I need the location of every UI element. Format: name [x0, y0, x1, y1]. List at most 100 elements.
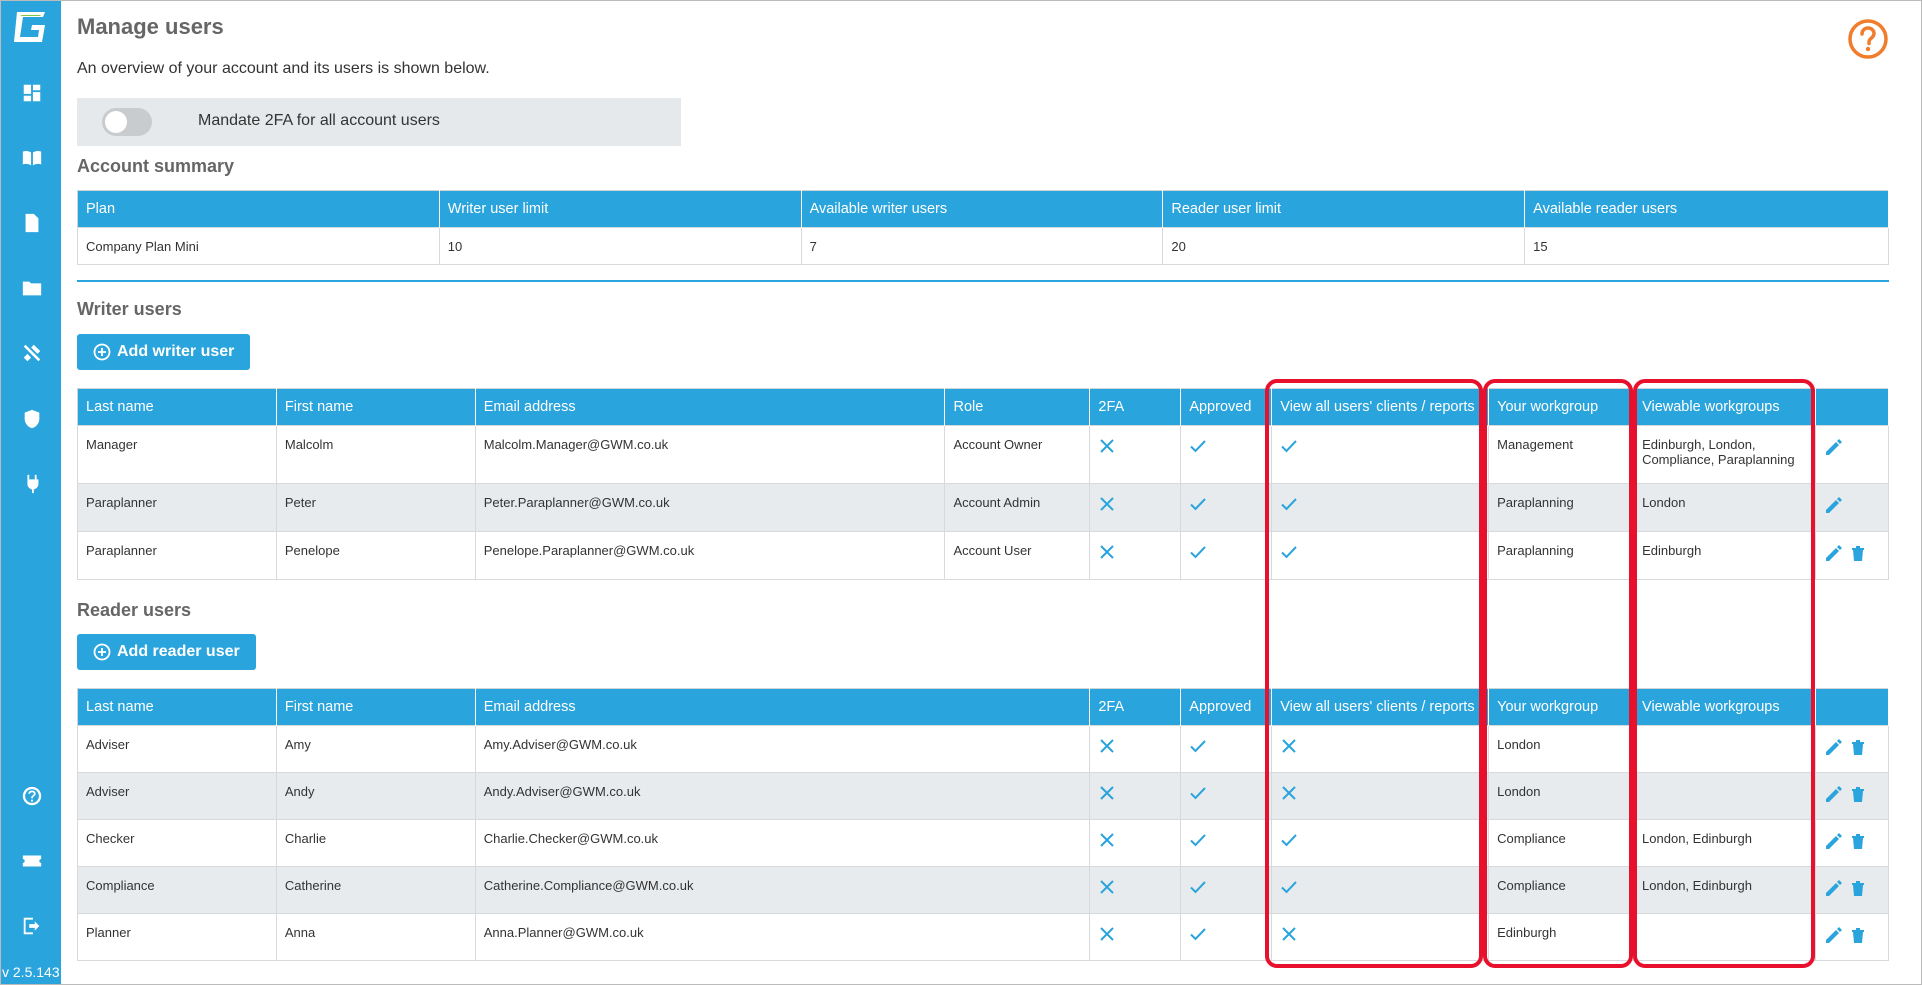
workgroup-cell: London	[1488, 725, 1635, 773]
help-circle-icon[interactable]	[1847, 18, 1889, 60]
column-header: Writer user limit	[439, 190, 802, 228]
column-header: Plan	[77, 190, 440, 228]
delete-trash-icon[interactable]	[1848, 878, 1868, 898]
cross-icon	[1098, 925, 1116, 943]
check-icon	[1189, 784, 1207, 802]
cross-icon	[1098, 737, 1116, 755]
twofa-cell	[1089, 866, 1182, 914]
view-all-cell	[1271, 772, 1490, 820]
approved-cell	[1180, 866, 1273, 914]
column-header: 2FA	[1089, 388, 1182, 426]
delete-trash-icon[interactable]	[1848, 925, 1868, 945]
table-row: Paraplanner Peter Peter.Paraplanner@GWM.co…	[77, 483, 1890, 532]
last-name-cell: Paraplanner	[77, 531, 277, 580]
column-header: Your workgroup	[1488, 688, 1635, 726]
edit-pencil-icon[interactable]	[1824, 495, 1844, 515]
column-header: Reader user limit	[1162, 190, 1526, 228]
workgroup-cell: Compliance	[1488, 819, 1635, 867]
approved-cell	[1180, 819, 1273, 867]
approved-cell	[1180, 772, 1273, 820]
table-cell: Company Plan Mini	[77, 227, 440, 265]
edit-pencil-icon[interactable]	[1824, 831, 1844, 851]
row-actions	[1814, 866, 1890, 914]
add-writer-user-label: Add writer user	[117, 343, 235, 360]
ticket-icon[interactable]	[20, 849, 44, 873]
view-all-cell	[1271, 483, 1490, 532]
first-name-cell: Charlie	[275, 819, 476, 867]
role-cell: Account Owner	[944, 425, 1091, 484]
actions-group	[1824, 784, 1880, 804]
row-actions	[1814, 531, 1890, 580]
table-row: Planner Anna Anna.Planner@GWM.co.uk Edinbur…	[77, 913, 1890, 961]
view-all-cell	[1271, 819, 1490, 867]
app-logo[interactable]	[12, 9, 48, 45]
first-name-cell: Catherine	[275, 866, 476, 914]
edit-pencil-icon[interactable]	[1824, 737, 1844, 757]
column-header-actions	[1815, 688, 1890, 726]
check-icon	[1189, 878, 1207, 896]
email-cell: Catherine.Compliance@GWM.co.uk	[474, 866, 1091, 914]
edit-pencil-icon[interactable]	[1824, 925, 1844, 945]
add-writer-user-button[interactable]: Add writer user	[77, 334, 251, 370]
tools-icon[interactable]	[20, 341, 44, 365]
plug-icon[interactable]	[20, 472, 44, 496]
edit-pencil-icon[interactable]	[1824, 543, 1844, 563]
section-divider	[77, 280, 1889, 282]
table-cell: 7	[800, 227, 1164, 265]
first-name-cell: Penelope	[275, 531, 476, 580]
viewable-workgroups-cell	[1633, 913, 1816, 961]
check-icon	[1189, 495, 1207, 513]
mandate-2fa-panel: Mandate 2FA for all account users	[77, 98, 681, 146]
role-cell: Account User	[944, 531, 1091, 580]
add-reader-user-button[interactable]: Add reader user	[77, 634, 256, 670]
row-actions	[1814, 772, 1890, 820]
delete-trash-icon[interactable]	[1848, 784, 1868, 804]
column-header: 2FA	[1089, 688, 1182, 726]
table-cell: 10	[438, 227, 802, 265]
edit-pencil-icon[interactable]	[1824, 784, 1844, 804]
delete-trash-icon[interactable]	[1848, 831, 1868, 851]
check-icon	[1280, 878, 1298, 896]
dashboard-icon[interactable]	[20, 81, 44, 105]
viewable-workgroups-cell: London, Edinburgh	[1633, 866, 1816, 914]
view-all-cell	[1271, 725, 1490, 773]
cross-icon	[1098, 543, 1116, 561]
mandate-2fa-toggle[interactable]	[102, 108, 152, 136]
first-name-cell: Andy	[275, 772, 476, 820]
approved-cell	[1180, 483, 1273, 532]
workgroup-cell: Management	[1488, 425, 1635, 484]
column-header-actions	[1815, 388, 1890, 426]
edit-pencil-icon[interactable]	[1824, 437, 1844, 457]
cross-icon	[1098, 784, 1116, 802]
account-summary-table: Plan Writer user limit Available writer …	[77, 190, 1889, 265]
cross-icon	[1280, 925, 1298, 943]
cross-icon	[1280, 784, 1298, 802]
workgroup-cell: Paraplanning	[1488, 483, 1635, 532]
folder-icon[interactable]	[20, 276, 44, 300]
logout-icon[interactable]	[20, 914, 44, 938]
help-icon[interactable]	[20, 784, 44, 808]
toggle-knob	[105, 111, 127, 133]
check-icon	[1280, 543, 1298, 561]
cross-icon	[1098, 831, 1116, 849]
column-header: Approved	[1180, 388, 1273, 426]
workgroup-cell: Compliance	[1488, 866, 1635, 914]
actions-group	[1824, 437, 1880, 457]
shield-icon[interactable]	[20, 407, 44, 431]
view-all-cell	[1271, 425, 1490, 484]
page-title: Manage users	[77, 14, 224, 39]
email-cell: Penelope.Paraplanner@GWM.co.uk	[474, 531, 946, 580]
last-name-cell: Checker	[77, 819, 277, 867]
book-icon[interactable]	[20, 146, 44, 170]
edit-pencil-icon[interactable]	[1824, 878, 1844, 898]
delete-trash-icon[interactable]	[1848, 543, 1868, 563]
row-actions	[1814, 913, 1890, 961]
delete-trash-icon[interactable]	[1848, 737, 1868, 757]
cross-icon	[1098, 878, 1116, 896]
twofa-cell	[1089, 772, 1182, 820]
document-icon[interactable]	[20, 211, 44, 235]
row-actions	[1814, 483, 1890, 532]
last-name-cell: Paraplanner	[77, 483, 277, 532]
workgroup-cell: Edinburgh	[1488, 913, 1635, 961]
check-icon	[1280, 495, 1298, 513]
